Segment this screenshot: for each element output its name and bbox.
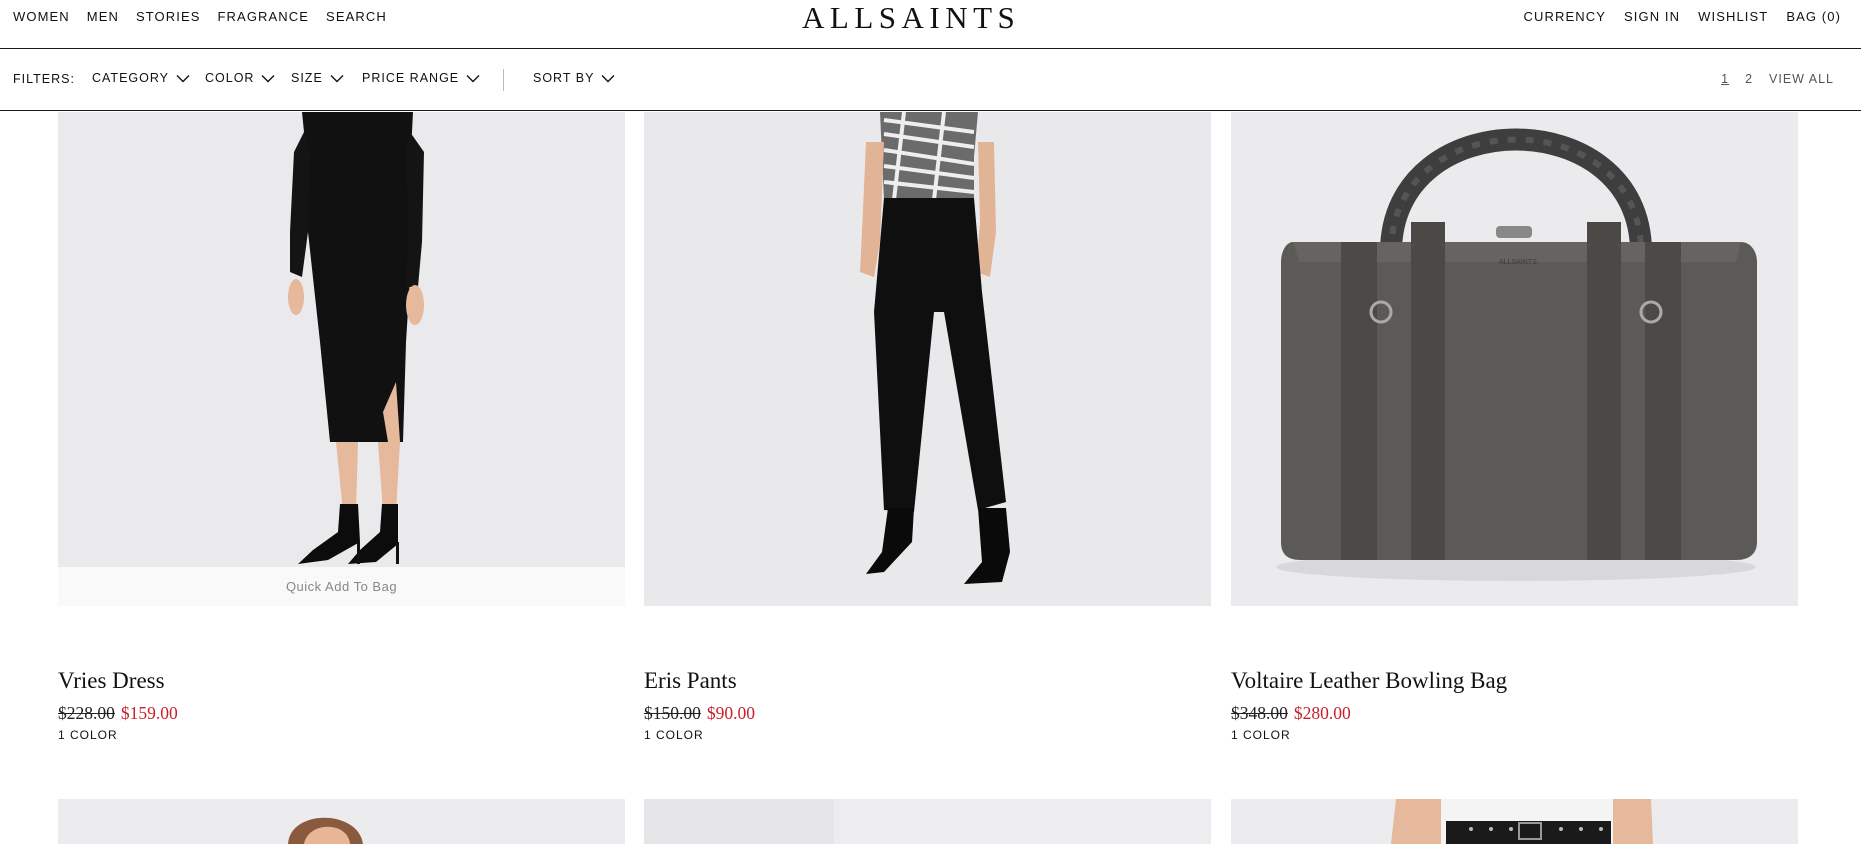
page-1-link[interactable]: 1 bbox=[1721, 72, 1729, 86]
chevron-down-icon bbox=[601, 74, 615, 82]
product-image-icon bbox=[644, 799, 1211, 844]
color-count: 1 COLOR bbox=[1231, 728, 1291, 742]
filter-bar: FILTERS: CATEGORY COLOR SIZE PRICE RANGE… bbox=[0, 49, 1861, 111]
product-name[interactable]: Eris Pants bbox=[644, 668, 737, 694]
sort-by-dropdown[interactable]: SORT BY bbox=[533, 71, 615, 85]
filter-price-range-label: PRICE RANGE bbox=[362, 71, 460, 85]
product-image-pants[interactable] bbox=[644, 112, 1211, 606]
chevron-down-icon bbox=[261, 74, 275, 82]
nav-women[interactable]: WOMEN bbox=[13, 9, 70, 24]
filters-label: FILTERS: bbox=[13, 72, 75, 86]
model-image-icon bbox=[1231, 799, 1798, 844]
currency-link[interactable]: CURRENCY bbox=[1524, 9, 1606, 24]
sort-by-label: SORT BY bbox=[533, 71, 595, 85]
sale-price: $90.00 bbox=[706, 703, 755, 723]
product-image-row2-1[interactable] bbox=[58, 799, 625, 844]
price: $348.00 $280.00 bbox=[1231, 703, 1351, 724]
product-image-dress[interactable]: Quick Add To Bag bbox=[58, 112, 625, 606]
chevron-down-icon bbox=[176, 74, 190, 82]
original-price: $228.00 bbox=[58, 703, 115, 723]
product-image-row2-2[interactable] bbox=[644, 799, 1211, 844]
product-card: Eris Pants $150.00 $90.00 1 COLOR bbox=[644, 112, 1211, 752]
sale-price: $159.00 bbox=[120, 703, 178, 723]
nav-search[interactable]: SEARCH bbox=[326, 9, 387, 24]
color-count: 1 COLOR bbox=[58, 728, 118, 742]
filter-color[interactable]: COLOR bbox=[205, 71, 275, 85]
top-header: WOMEN MEN STORIES FRAGRANCE SEARCH ALLSA… bbox=[0, 0, 1861, 49]
nav-stories[interactable]: STORIES bbox=[136, 9, 201, 24]
nav-men[interactable]: MEN bbox=[87, 9, 119, 24]
model-image-icon bbox=[58, 799, 625, 844]
bag-link[interactable]: BAG (0) bbox=[1786, 9, 1841, 24]
filter-size[interactable]: SIZE bbox=[291, 71, 344, 85]
divider bbox=[503, 69, 504, 91]
product-card: Quick Add To Bag Vries Dress $228.00 $159… bbox=[58, 112, 625, 752]
sign-in-link[interactable]: SIGN IN bbox=[1624, 9, 1680, 24]
pagination: 1 2 VIEW ALL bbox=[1721, 72, 1834, 86]
dress-image-icon bbox=[58, 112, 625, 606]
product-image-bag[interactable]: ALLSAINTS bbox=[1231, 112, 1798, 606]
filter-category-label: CATEGORY bbox=[92, 71, 169, 85]
original-price: $348.00 bbox=[1231, 703, 1288, 723]
wishlist-link[interactable]: WISHLIST bbox=[1698, 9, 1768, 24]
pants-image-icon bbox=[644, 112, 1211, 606]
filter-price-range[interactable]: PRICE RANGE bbox=[362, 71, 480, 85]
page-2-link[interactable]: 2 bbox=[1745, 72, 1753, 86]
product-image-row2-3[interactable] bbox=[1231, 799, 1798, 844]
nav-fragrance[interactable]: FRAGRANCE bbox=[218, 9, 310, 24]
main-nav: WOMEN MEN STORIES FRAGRANCE SEARCH bbox=[13, 9, 387, 24]
view-all-link[interactable]: VIEW ALL bbox=[1769, 72, 1834, 86]
brand-logo[interactable]: ALLSAINTS bbox=[802, 0, 1020, 36]
sale-price: $280.00 bbox=[1293, 703, 1351, 723]
color-count: 1 COLOR bbox=[644, 728, 704, 742]
product-card: ALLSAINTS Voltaire Leather Bowling Bag $… bbox=[1231, 112, 1798, 752]
price: $150.00 $90.00 bbox=[644, 703, 755, 724]
filter-color-label: COLOR bbox=[205, 71, 255, 85]
chevron-down-icon bbox=[330, 74, 344, 82]
product-name[interactable]: Vries Dress bbox=[58, 668, 165, 694]
price: $228.00 $159.00 bbox=[58, 703, 178, 724]
chevron-down-icon bbox=[466, 74, 480, 82]
quick-add-button[interactable]: Quick Add To Bag bbox=[58, 567, 625, 606]
bag-image-icon: ALLSAINTS bbox=[1231, 112, 1798, 606]
svg-text:ALLSAINTS: ALLSAINTS bbox=[1499, 259, 1537, 266]
product-name[interactable]: Voltaire Leather Bowling Bag bbox=[1231, 668, 1507, 694]
filter-size-label: SIZE bbox=[291, 71, 323, 85]
filter-category[interactable]: CATEGORY bbox=[92, 71, 190, 85]
original-price: $150.00 bbox=[644, 703, 701, 723]
account-nav: CURRENCY SIGN IN WISHLIST BAG (0) bbox=[1524, 9, 1841, 24]
